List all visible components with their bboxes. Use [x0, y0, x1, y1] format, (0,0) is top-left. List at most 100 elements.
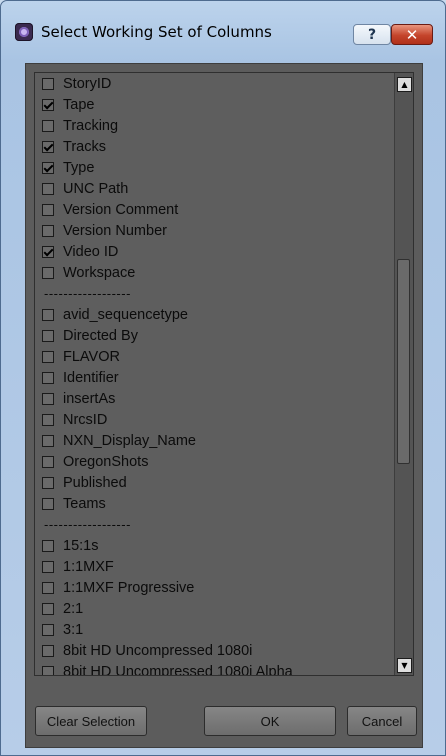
list-item-label: Workspace — [63, 264, 136, 281]
checkbox-checked[interactable] — [42, 245, 54, 258]
list-item-label: StoryID — [63, 75, 112, 92]
list-item[interactable]: StoryID — [35, 73, 394, 94]
list-item-label: NXN_Display_Name — [63, 432, 196, 449]
close-icon: ✕ — [405, 25, 419, 44]
list-item-label: Identifier — [63, 369, 119, 386]
close-button[interactable]: ✕ — [391, 24, 433, 45]
group-separator: ------------------ — [44, 286, 131, 301]
list-item[interactable]: Tape — [35, 94, 394, 115]
scroll-up-button[interactable]: ▲ — [397, 77, 412, 92]
list-item[interactable]: Identifier — [35, 367, 394, 388]
list-item[interactable]: Workspace — [35, 262, 394, 283]
list-item-label: avid_sequencetype — [63, 306, 188, 323]
group-separator: ------------------ — [44, 517, 131, 532]
dialog-client-area: StoryID Tape Tracking Tracks Type UNC Path Ver… — [25, 63, 423, 748]
list-item[interactable]: Tracks — [35, 136, 394, 157]
list-item-label: Video ID — [63, 243, 119, 260]
list-item[interactable]: UNC Path — [35, 178, 394, 199]
checkbox[interactable] — [42, 203, 54, 216]
list-item[interactable]: 1:1MXF Progressive — [35, 577, 394, 598]
checkbox[interactable] — [42, 371, 54, 384]
list-item[interactable]: Version Comment — [35, 199, 394, 220]
checkbox[interactable] — [42, 329, 54, 342]
list-item[interactable]: Tracking — [35, 115, 394, 136]
help-button[interactable]: ? — [353, 24, 391, 45]
list-item[interactable]: FLAVOR — [35, 346, 394, 367]
list-item[interactable]: 2:1 — [35, 598, 394, 619]
list-item[interactable]: NrcsID — [35, 409, 394, 430]
checkbox[interactable] — [42, 665, 54, 675]
ok-button[interactable]: OK — [204, 706, 336, 736]
list-item[interactable]: NXN_Display_Name — [35, 430, 394, 451]
checkbox[interactable] — [42, 77, 54, 90]
checkbox[interactable] — [42, 119, 54, 132]
list-item[interactable]: Video ID — [35, 241, 394, 262]
clear-selection-button[interactable]: Clear Selection — [35, 706, 147, 736]
list-item[interactable]: Directed By — [35, 325, 394, 346]
list-item[interactable]: Type — [35, 157, 394, 178]
checkbox[interactable] — [42, 476, 54, 489]
list-item-label: NrcsID — [63, 411, 108, 428]
list-item-label: UNC Path — [63, 180, 129, 197]
list-item-label: 8bit HD Uncompressed 1080i Alpha — [63, 663, 293, 676]
checkbox[interactable] — [42, 581, 54, 594]
arrow-up-icon: ▲ — [401, 79, 408, 89]
list-item-label: 8bit HD Uncompressed 1080i — [63, 642, 253, 659]
checkbox-checked[interactable] — [42, 98, 54, 111]
checkbox[interactable] — [42, 623, 54, 636]
checkbox[interactable] — [42, 224, 54, 237]
checkbox[interactable] — [42, 455, 54, 468]
title-bar[interactable]: Select Working Set of Columns ? ✕ — [1, 1, 445, 63]
list-item-label: Version Number — [63, 222, 167, 239]
list-item[interactable]: 1:1MXF — [35, 556, 394, 577]
checkbox[interactable] — [42, 434, 54, 447]
checkbox[interactable] — [42, 539, 54, 552]
checkbox[interactable] — [42, 497, 54, 510]
list-item-label: Tracking — [63, 117, 119, 134]
checkbox[interactable] — [42, 266, 54, 279]
list-item[interactable]: 8bit HD Uncompressed 1080i Alpha — [35, 661, 394, 676]
dialog-window: Select Working Set of Columns ? ✕ StoryI… — [0, 0, 446, 756]
list-item-label: Teams — [63, 495, 106, 512]
list-item-label: 3:1 — [63, 621, 84, 638]
list-item-label: Directed By — [63, 327, 138, 344]
checkbox[interactable] — [42, 182, 54, 195]
checkbox-checked[interactable] — [42, 140, 54, 153]
checkbox-checked[interactable] — [42, 161, 54, 174]
list-item-label: Tape — [63, 96, 95, 113]
scrollbar-thumb[interactable] — [397, 259, 410, 464]
list-item-label: insertAs — [63, 390, 116, 407]
list-item-label: Published — [63, 474, 127, 491]
list-item-label: OregonShots — [63, 453, 149, 470]
list-item[interactable]: OregonShots — [35, 451, 394, 472]
list-item[interactable]: 8bit HD Uncompressed 1080i — [35, 640, 394, 661]
list-item[interactable]: Teams — [35, 493, 394, 514]
list-item[interactable]: 3:1 — [35, 619, 394, 640]
vertical-scrollbar[interactable]: ▲ ▼ — [394, 73, 413, 675]
column-list-items: StoryID Tape Tracking Tracks Type UNC Path Ver… — [35, 73, 394, 676]
list-item[interactable]: Version Number — [35, 220, 394, 241]
checkbox[interactable] — [42, 392, 54, 405]
list-item[interactable]: 15:1s — [35, 535, 394, 556]
checkbox[interactable] — [42, 413, 54, 426]
list-item-label: Tracks — [63, 138, 106, 155]
app-icon — [15, 23, 33, 41]
window-title: Select Working Set of Columns — [41, 23, 272, 41]
list-item-label: 1:1MXF — [63, 558, 114, 575]
list-item-label: 15:1s — [63, 537, 99, 554]
list-item-label: 1:1MXF Progressive — [63, 579, 195, 596]
checkbox[interactable] — [42, 602, 54, 615]
checkbox[interactable] — [42, 308, 54, 321]
checkbox[interactable] — [42, 560, 54, 573]
list-item-label: Type — [63, 159, 95, 176]
arrow-down-icon: ▼ — [401, 660, 408, 670]
list-item[interactable]: insertAs — [35, 388, 394, 409]
list-item[interactable]: Published — [35, 472, 394, 493]
checkbox[interactable] — [42, 644, 54, 657]
cancel-button[interactable]: Cancel — [347, 706, 417, 736]
scroll-down-button[interactable]: ▼ — [397, 658, 412, 673]
column-list[interactable]: StoryID Tape Tracking Tracks Type UNC Path Ver… — [34, 72, 414, 676]
checkbox[interactable] — [42, 350, 54, 363]
list-item-label: Version Comment — [63, 201, 179, 218]
list-item[interactable]: avid_sequencetype — [35, 304, 394, 325]
